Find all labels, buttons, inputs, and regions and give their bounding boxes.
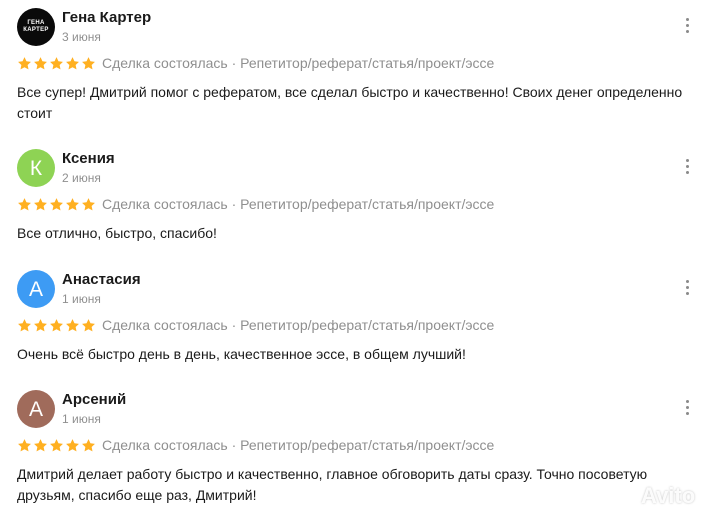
avatar[interactable]: А	[17, 390, 55, 428]
rating-stars	[17, 438, 96, 453]
more-vertical-icon[interactable]	[680, 276, 694, 298]
star-icon	[82, 318, 95, 331]
deal-info: Сделка состоялась · Репетитор/реферат/ст…	[102, 317, 495, 333]
deal-info: Сделка состоялась · Репетитор/реферат/ст…	[102, 437, 495, 453]
star-icon	[66, 56, 79, 69]
avito-logo-icon	[613, 486, 636, 505]
rating-stars	[17, 56, 96, 71]
star-icon	[18, 438, 31, 451]
review-meta: Сделка состоялась · Репетитор/реферат/ст…	[17, 316, 494, 334]
avatar-logo-line: КАРТЕР	[23, 27, 49, 33]
avatar[interactable]: ГЕНА КАРТЕР	[17, 8, 55, 46]
reviewer-name[interactable]: Гена Картер	[62, 9, 151, 26]
deal-info: Сделка состоялась · Репетитор/реферат/ст…	[102, 196, 495, 212]
star-icon	[50, 56, 63, 69]
review-meta: Сделка состоялась · Репетитор/реферат/ст…	[17, 195, 494, 213]
reviewer-name[interactable]: Ксения	[62, 150, 115, 167]
star-icon	[66, 318, 79, 331]
star-icon	[82, 197, 95, 210]
review-date: 3 июня	[62, 30, 101, 44]
star-icon	[34, 438, 47, 451]
star-icon	[34, 197, 47, 210]
review-date: 1 июня	[62, 292, 101, 306]
more-vertical-icon[interactable]	[680, 14, 694, 36]
star-icon	[66, 438, 79, 451]
reviewer-name[interactable]: Анастасия	[62, 271, 141, 288]
review-text: Все супер! Дмитрий помог с рефератом, вс…	[17, 84, 683, 121]
star-icon	[82, 56, 95, 69]
avito-watermark: Avito	[612, 481, 695, 511]
watermark-text: Avito	[641, 483, 696, 508]
rating-stars	[17, 197, 96, 212]
review-date: 2 июня	[62, 171, 101, 185]
review-text: Все отлично, быстро, спасибо!	[17, 225, 217, 241]
more-vertical-icon[interactable]	[680, 155, 694, 177]
review-text: Дмитрий делает работу быстро и качествен…	[17, 466, 648, 503]
reviewer-name[interactable]: Арсений	[62, 391, 126, 408]
star-icon	[66, 197, 79, 210]
star-icon	[82, 438, 95, 451]
review-meta: Сделка состоялась · Репетитор/реферат/ст…	[17, 54, 494, 72]
more-vertical-icon[interactable]	[680, 396, 694, 418]
review-text: Очень всё быстро день в день, качественн…	[17, 346, 466, 362]
avatar[interactable]: А	[17, 270, 55, 308]
star-icon	[18, 56, 31, 69]
avatar-logo-line: ГЕНА	[27, 20, 45, 26]
star-icon	[50, 197, 63, 210]
avatar[interactable]: К	[17, 149, 55, 187]
review-meta: Сделка состоялась · Репетитор/реферат/ст…	[17, 436, 494, 454]
star-icon	[18, 197, 31, 210]
star-icon	[34, 56, 47, 69]
star-icon	[50, 438, 63, 451]
rating-stars	[17, 318, 96, 333]
star-icon	[34, 318, 47, 331]
star-icon	[50, 318, 63, 331]
star-icon	[18, 318, 31, 331]
deal-info: Сделка состоялась · Репетитор/реферат/ст…	[102, 55, 495, 71]
review-date: 1 июня	[62, 412, 101, 426]
